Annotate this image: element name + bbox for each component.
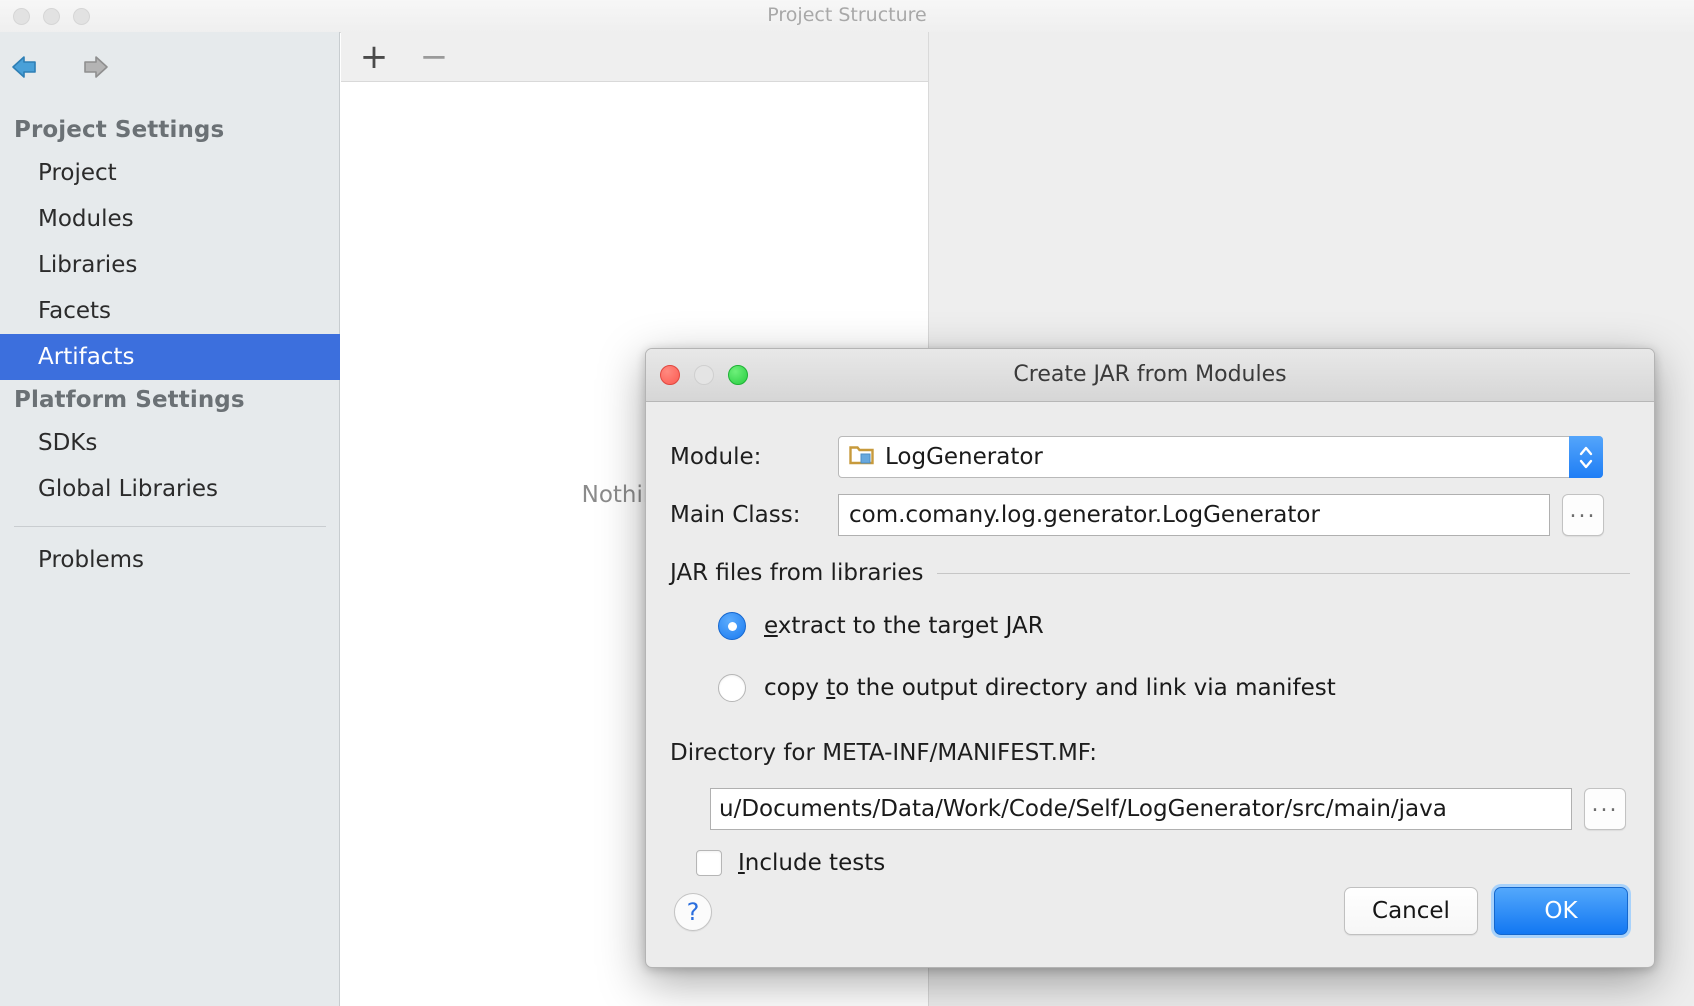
mnemonic-letter: I	[738, 850, 745, 876]
sidebar-item-facets[interactable]: Facets	[0, 288, 340, 334]
radio-unselected-icon[interactable]	[718, 674, 746, 702]
sidebar-group-platform-settings: Platform Settings	[14, 387, 245, 413]
sidebar-item-project[interactable]: Project	[0, 150, 340, 196]
dialog-traffic-lights	[660, 365, 748, 385]
module-value: LogGenerator	[885, 444, 1043, 470]
jar-libraries-group-header: JAR files from libraries	[670, 560, 1630, 586]
arrow-right-icon[interactable]	[74, 51, 110, 83]
directory-label: Directory for META-INF/MANIFEST.MF:	[670, 740, 1097, 766]
project-structure-window: Project Structure Project Settings Proje…	[0, 0, 1694, 1006]
sidebar: Project Settings Project Modules Librari…	[0, 32, 340, 1006]
dialog-body: Module: LogGenerator Main Class: com.com…	[646, 402, 1654, 967]
sidebar-item-sdks[interactable]: SDKs	[0, 420, 340, 466]
module-combobox[interactable]: LogGenerator	[838, 436, 1603, 478]
mnemonic-letter: e	[764, 613, 778, 639]
directory-browse-button[interactable]: ...	[1584, 788, 1626, 830]
sidebar-nav-arrows	[10, 44, 110, 90]
include-tests-checkbox[interactable]	[696, 850, 722, 876]
help-button[interactable]: ?	[674, 893, 712, 931]
radio-copy-prefix: copy	[764, 675, 827, 701]
sidebar-list: Project Settings Project Modules Librari…	[0, 110, 340, 583]
artifacts-toolbar: + −	[341, 32, 929, 82]
radio-copy-suffix: o the output directory and link via mani…	[835, 675, 1336, 701]
sidebar-item-modules[interactable]: Modules	[0, 196, 340, 242]
remove-artifact-button[interactable]: −	[417, 40, 451, 74]
module-row: Module: LogGenerator	[670, 436, 1630, 478]
include-tests-row[interactable]: Include tests	[696, 850, 885, 876]
main-class-row: Main Class: com.comany.log.generator.Log…	[670, 494, 1630, 536]
add-artifact-button[interactable]: +	[357, 40, 391, 74]
ok-button[interactable]: OK	[1494, 887, 1628, 935]
module-label: Module:	[670, 444, 762, 470]
dialog-titlebar: Create JAR from Modules	[646, 349, 1654, 402]
group-divider	[937, 572, 1630, 574]
radio-extract-suffix: xtract to the target JAR	[777, 613, 1044, 639]
radio-extract-to-target-jar[interactable]: extract to the target JAR	[718, 612, 1044, 640]
include-tests-suffix: nclude tests	[744, 850, 886, 876]
sidebar-item-global-libraries[interactable]: Global Libraries	[0, 466, 340, 512]
dialog-close-button[interactable]	[660, 365, 680, 385]
sidebar-item-problems[interactable]: Problems	[0, 537, 340, 583]
radio-extract-label: extract to the target JAR	[764, 613, 1044, 639]
window-title: Project Structure	[767, 4, 927, 26]
directory-row: u/Documents/Data/Work/Code/Self/LogGener…	[710, 788, 1626, 830]
radio-copy-label: copy to the output directory and link vi…	[764, 675, 1336, 701]
dialog-minimize-button[interactable]	[694, 365, 714, 385]
radio-selected-icon[interactable]	[718, 612, 746, 640]
sidebar-group-project-settings: Project Settings	[14, 117, 225, 143]
dialog-zoom-button[interactable]	[728, 365, 748, 385]
window-titlebar: Project Structure	[0, 0, 1694, 33]
main-class-browse-button[interactable]: ...	[1562, 494, 1604, 536]
cancel-button[interactable]: Cancel	[1344, 887, 1478, 935]
create-jar-dialog: Create JAR from Modules Module: LogGener…	[645, 348, 1655, 968]
jar-libraries-group-label: JAR files from libraries	[670, 560, 924, 586]
dialog-actions: Cancel OK	[1344, 887, 1628, 935]
arrow-left-icon[interactable]	[10, 51, 46, 83]
dialog-footer: ? Cancel OK	[646, 877, 1654, 967]
sidebar-item-libraries[interactable]: Libraries	[0, 242, 340, 288]
module-folder-icon	[849, 444, 875, 470]
dialog-title: Create JAR from Modules	[1013, 362, 1287, 387]
main-class-label: Main Class:	[670, 502, 801, 528]
sidebar-divider	[14, 526, 326, 527]
radio-copy-to-output-directory[interactable]: copy to the output directory and link vi…	[718, 674, 1336, 702]
sidebar-item-artifacts[interactable]: Artifacts	[0, 334, 340, 380]
mnemonic-letter: t	[826, 675, 836, 701]
main-class-input[interactable]: com.comany.log.generator.LogGenerator	[838, 494, 1550, 536]
directory-input[interactable]: u/Documents/Data/Work/Code/Self/LogGener…	[710, 788, 1572, 830]
chevron-up-down-icon[interactable]	[1569, 436, 1603, 478]
include-tests-label: Include tests	[738, 850, 885, 876]
